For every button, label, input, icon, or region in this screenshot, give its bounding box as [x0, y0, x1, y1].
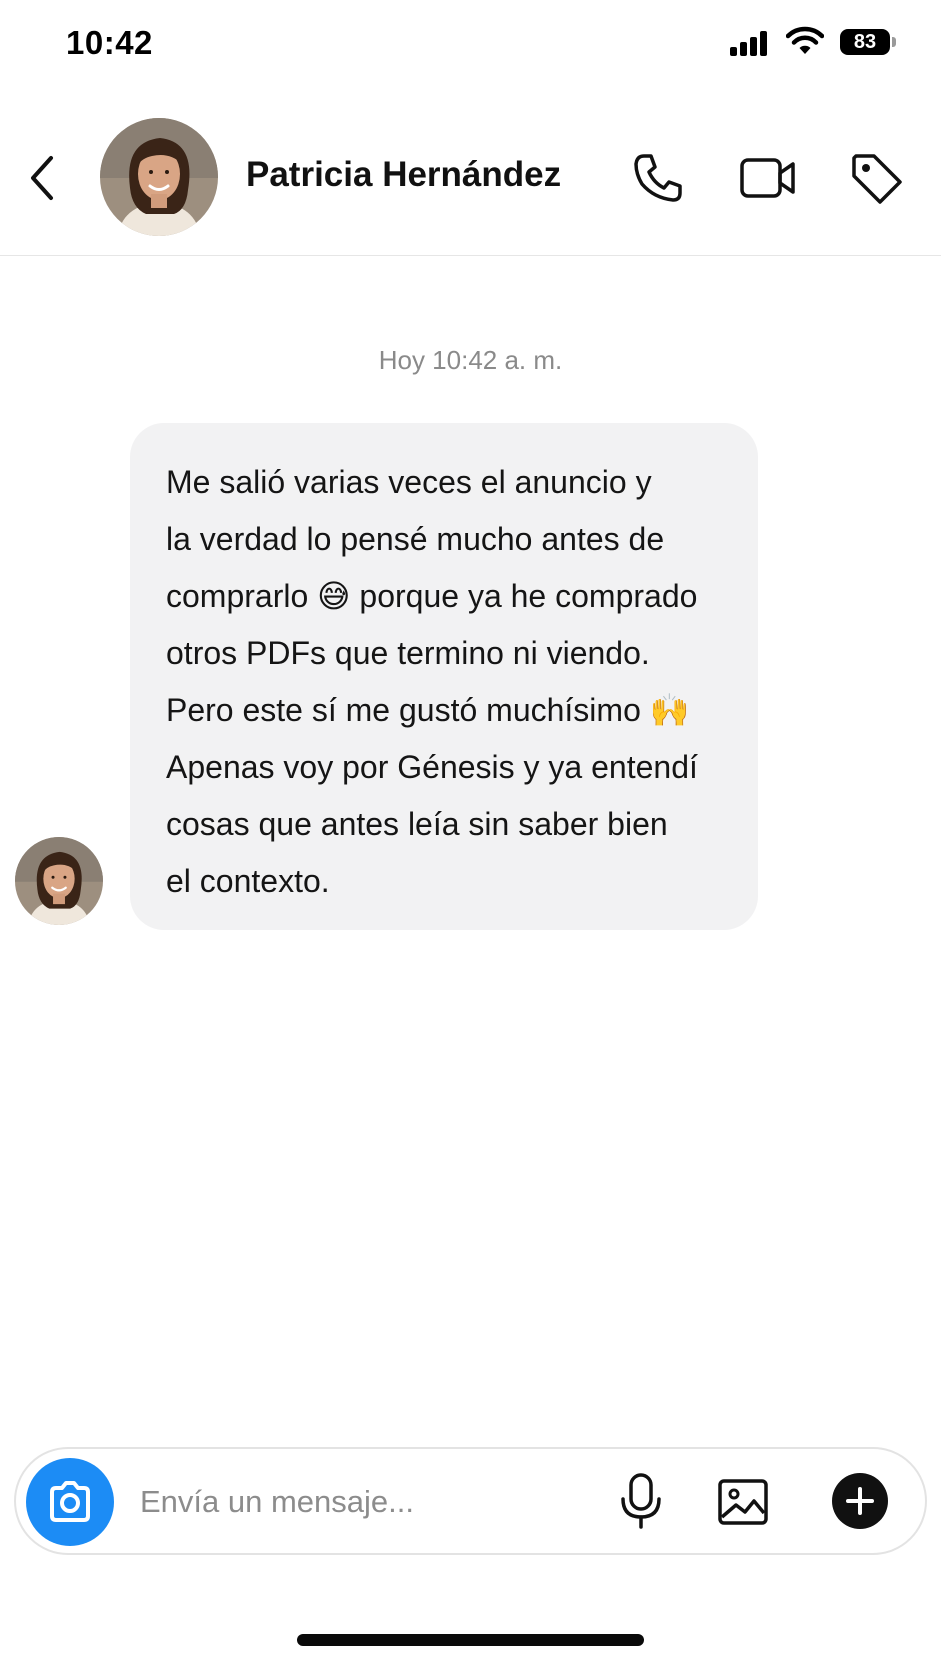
- home-indicator[interactable]: [297, 1634, 644, 1646]
- video-camera-icon[interactable]: [738, 148, 798, 208]
- wifi-icon: [786, 26, 824, 54]
- contact-name[interactable]: Patricia Hernández: [246, 155, 561, 195]
- camera-icon: [50, 1481, 90, 1522]
- chat-header: Patricia Hernández: [0, 100, 941, 256]
- avatar-portrait-icon: [15, 837, 103, 925]
- back-arrow-icon[interactable]: [18, 148, 68, 208]
- status-time: 10:42: [66, 24, 153, 61]
- plus-icon: [846, 1487, 874, 1515]
- plus-button[interactable]: [832, 1473, 888, 1529]
- message-line: Apenas voy por Génesis y ya entendí: [166, 749, 698, 785]
- camera-button[interactable]: [26, 1458, 114, 1546]
- message-line: el contexto.: [166, 863, 330, 899]
- contact-avatar[interactable]: [100, 118, 218, 236]
- message-input[interactable]: [140, 1477, 590, 1527]
- cellular-signal-icon: [730, 30, 770, 56]
- message-line: la verdad lo pensé mucho antes de: [166, 521, 665, 557]
- message-line: Me salió varias veces el anuncio y: [166, 464, 652, 500]
- sender-avatar[interactable]: [15, 837, 103, 925]
- image-icon[interactable]: [716, 1475, 770, 1529]
- message-line: Pero este sí me gustó muchísimo 🙌: [166, 692, 690, 728]
- message-composer: [14, 1447, 927, 1555]
- microphone-icon[interactable]: [614, 1471, 668, 1531]
- message-line: otros PDFs que termino ni viendo.: [166, 635, 650, 671]
- chat-timestamp: Hoy 10:42 a. m.: [378, 345, 563, 375]
- battery-tip: [892, 37, 896, 47]
- avatar-portrait-icon: [100, 118, 218, 236]
- tag-icon[interactable]: [846, 148, 906, 208]
- phone-icon[interactable]: [628, 148, 688, 208]
- message-line: cosas que antes leía sin saber bien: [166, 806, 668, 842]
- status-bar: 10:42 83: [0, 0, 941, 90]
- message-line: comprarlo 😅 porque ya he comprado: [166, 578, 698, 614]
- message-bubble[interactable]: Me salió varias veces el anuncio y la ve…: [130, 423, 758, 930]
- battery-level: 83: [840, 29, 890, 55]
